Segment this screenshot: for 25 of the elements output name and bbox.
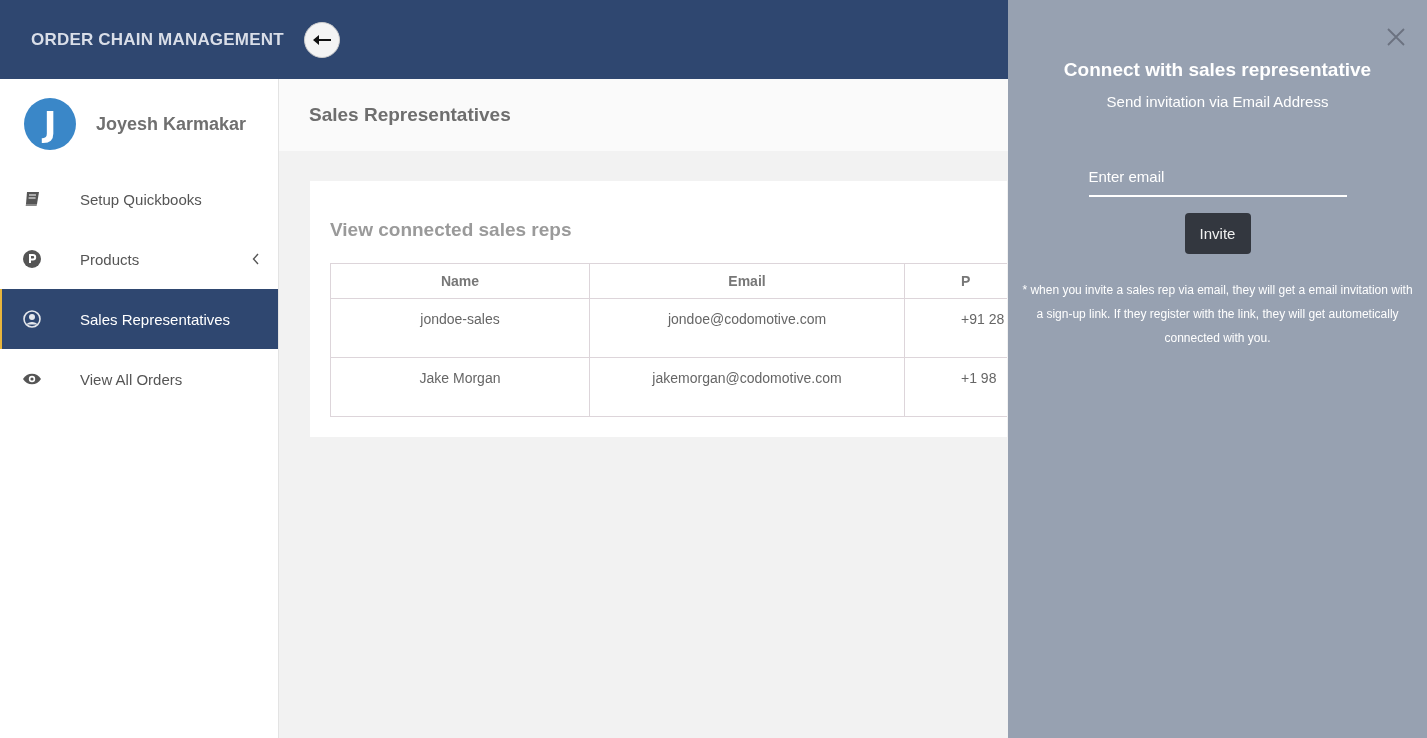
- table-cell: jakemorgan@codomotive.com: [589, 357, 905, 417]
- arrow-left-icon: [311, 33, 332, 46]
- sidebar-item[interactable]: Sales Representatives: [0, 289, 278, 349]
- sidebar-item[interactable]: View All Orders: [0, 349, 278, 409]
- sidebar-item[interactable]: Setup Quickbooks: [0, 169, 278, 229]
- table-cell: jondoe@codomotive.com: [589, 298, 905, 358]
- back-button[interactable]: [303, 21, 340, 58]
- table-cell: jondoe-sales: [330, 298, 590, 358]
- email-field[interactable]: Enter email: [1088, 162, 1347, 197]
- table-cell: Jake Morgan: [330, 357, 590, 417]
- user-name: Joyesh Karmakar: [96, 113, 247, 135]
- avatar: J: [24, 98, 76, 150]
- eye-icon: [22, 372, 42, 386]
- user-circle-icon: [22, 310, 42, 328]
- invitation-note: * when you invite a sales rep via email, they will get a email invitation with a sign-up link. If they register with the link, they will get autometically connected with you.: [1021, 282, 1414, 347]
- app-title: ORDER CHAIN MANAGEMENT: [31, 29, 284, 50]
- panel-subtitle: Send invitation via Email Address: [1106, 93, 1329, 110]
- p-circle-icon: [22, 250, 42, 268]
- column-header: Email: [589, 263, 905, 299]
- invite-button[interactable]: Invite: [1184, 213, 1251, 254]
- card-title: View connected sales reps: [330, 219, 572, 241]
- page-title: Sales Representatives: [309, 104, 511, 126]
- sidebar-item[interactable]: Products: [0, 229, 278, 289]
- panel-title: Connect with sales representative: [1063, 59, 1372, 81]
- column-header: Name: [330, 263, 590, 299]
